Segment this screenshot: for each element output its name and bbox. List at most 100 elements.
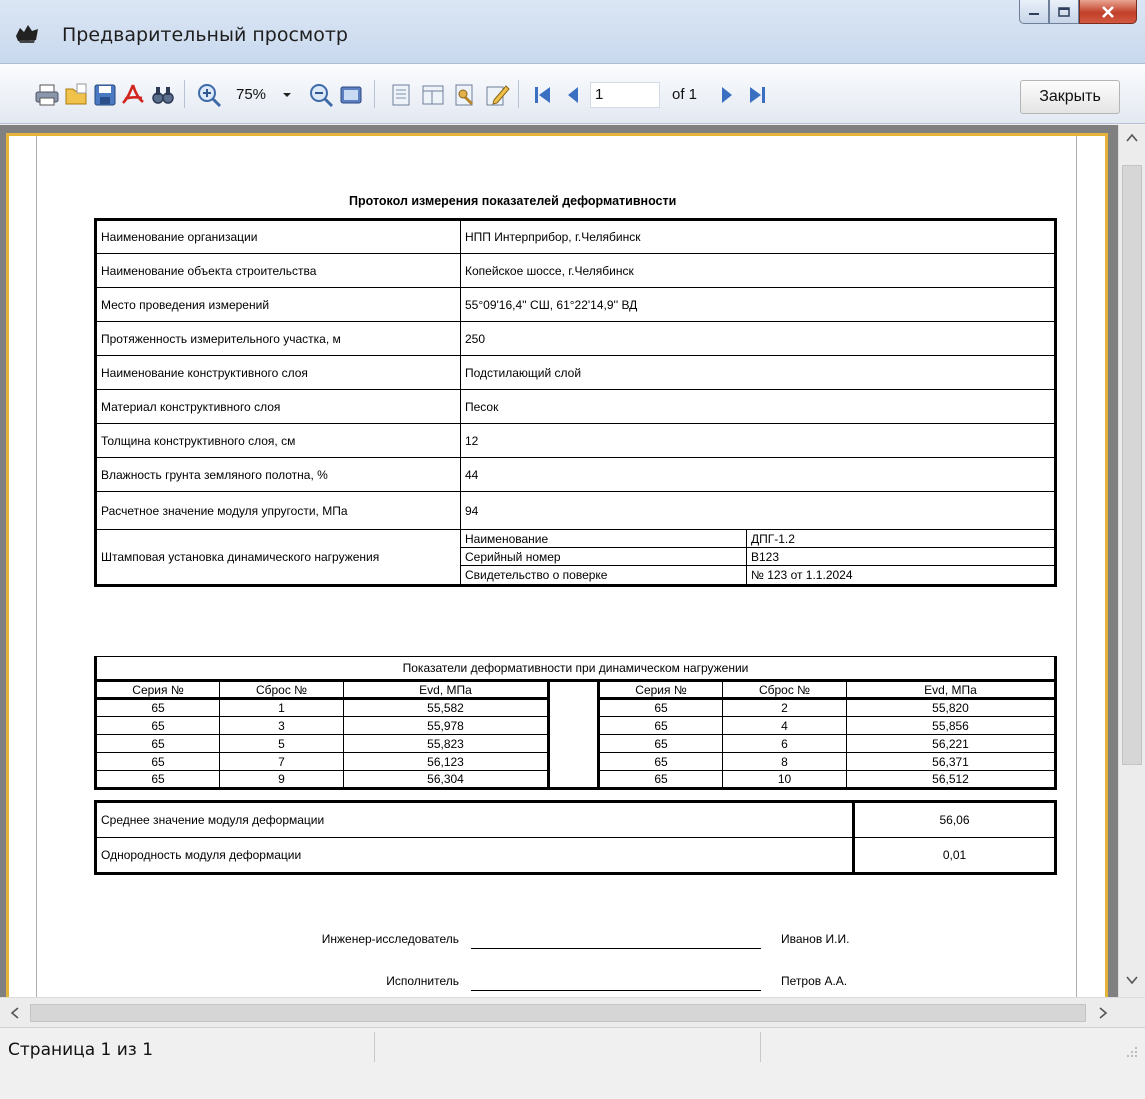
minimize-icon (1029, 12, 1039, 15)
save-icon[interactable] (92, 82, 118, 108)
info-value: Подстилающий слой (460, 355, 1056, 390)
series-cell: 65 (95, 716, 220, 735)
vertical-scroll-thumb[interactable] (1122, 165, 1142, 765)
zoom-select[interactable]: 75% (232, 82, 288, 108)
report-page: Протокол измерения показателей деформати… (6, 133, 1108, 997)
column-header: Evd, МПа (343, 680, 549, 700)
scroll-up-icon[interactable] (1125, 131, 1139, 145)
summary-label: Среднее значение модуля деформации (95, 801, 854, 838)
evd-cell: 55,823 (343, 734, 549, 753)
scroll-left-icon[interactable] (8, 1006, 22, 1020)
series-cell: 65 (598, 716, 723, 735)
info-value: 250 (460, 321, 1056, 356)
resize-grip-icon[interactable] (1124, 1044, 1138, 1058)
toolbar: 75% 1 of 1 Закрыть (0, 64, 1145, 124)
info-label: Расчетное значение модуля упругости, МПа (95, 491, 461, 530)
scroll-right-icon[interactable] (1096, 1006, 1110, 1020)
status-bar: Страница 1 из 1 (0, 1027, 1145, 1099)
column-header: Сброс № (722, 680, 847, 700)
parameters-icon[interactable] (452, 82, 478, 108)
column-gap (547, 680, 600, 789)
table-row: Однородность модуля деформации 0,01 (95, 837, 1056, 874)
evd-cell: 55,856 (846, 716, 1056, 735)
minimize-button[interactable] (1019, 0, 1049, 24)
info-label: Влажность грунта земляного полотна, % (95, 457, 461, 492)
measurements-table: Показатели деформативности при динамичес… (94, 656, 1057, 790)
column-header: Серия № (598, 680, 723, 700)
toolbar-separator (518, 80, 519, 108)
device-label: Штамповая установка динамического нагруж… (95, 529, 461, 586)
drop-cell: 2 (722, 698, 847, 717)
table-row: Протяженность измерительного участка, м … (95, 321, 1056, 356)
table-header-row: Серия № Сброс № Evd, МПа Серия № Сброс №… (95, 680, 1056, 789)
fit-page-icon[interactable] (338, 82, 364, 108)
device-value: В123 (746, 547, 1056, 566)
page-number-input[interactable]: 1 (590, 82, 660, 108)
drop-cell: 7 (219, 752, 344, 771)
summary-value: 0,01 (852, 837, 1056, 874)
maximize-icon (1058, 6, 1070, 17)
signature-name: Петров А.А. (781, 974, 848, 988)
close-icon (1102, 5, 1114, 18)
signature-role: Инженер-исследователь (321, 932, 459, 946)
evd-cell: 56,304 (343, 770, 549, 789)
info-label: Наименование организации (95, 219, 461, 254)
series-cell: 65 (598, 752, 723, 771)
find-icon[interactable] (150, 82, 176, 108)
drop-cell: 1 (219, 698, 344, 717)
column-header: Evd, МПа (846, 680, 1056, 700)
open-icon[interactable] (64, 82, 90, 108)
summary-table: Среднее значение модуля деформации 56,06… (94, 800, 1057, 875)
last-page-icon[interactable] (744, 82, 770, 108)
info-label: Толщина конструктивного слоя, см (95, 423, 461, 458)
title-bar: Предварительный просмотр (0, 0, 1145, 64)
preview-area[interactable]: Протокол измерения показателей деформати… (0, 125, 1118, 997)
info-value: Песок (460, 389, 1056, 424)
series-cell: 65 (95, 698, 220, 717)
window-controls (1019, 0, 1137, 26)
info-label: Место проведения измерений (95, 287, 461, 322)
table-row: Место проведения измерений 55°09'16,4'' … (95, 287, 1056, 322)
chevron-down-icon[interactable] (282, 90, 292, 100)
info-value: 12 (460, 423, 1056, 458)
next-page-icon[interactable] (714, 82, 740, 108)
zoom-out-icon[interactable] (308, 82, 334, 108)
zoom-in-icon[interactable] (196, 82, 222, 108)
drop-cell: 5 (219, 734, 344, 753)
scroll-down-icon[interactable] (1125, 973, 1139, 987)
page-setup-icon[interactable] (388, 82, 414, 108)
drop-cell: 10 (722, 770, 847, 789)
device-key: Свидетельство о поверке (460, 565, 747, 586)
window-close-button[interactable] (1079, 0, 1137, 24)
drop-cell: 8 (722, 752, 847, 771)
series-cell: 65 (598, 770, 723, 789)
device-value: ДПГ-1.2 (746, 529, 1056, 548)
status-divider (374, 1032, 375, 1062)
close-button[interactable]: Закрыть (1020, 80, 1120, 114)
info-value: Копейское шоссе, г.Челябинск (460, 253, 1056, 288)
horizontal-scrollbar[interactable] (0, 997, 1145, 1027)
evd-cell: 55,978 (343, 716, 549, 735)
series-cell: 65 (95, 734, 220, 753)
printer-icon[interactable] (34, 82, 60, 108)
evd-cell: 56,512 (846, 770, 1056, 789)
info-label: Протяженность измерительного участка, м (95, 321, 461, 356)
status-divider (760, 1032, 761, 1062)
drop-cell: 3 (219, 716, 344, 735)
horizontal-scroll-thumb[interactable] (30, 1004, 1086, 1022)
maximize-button[interactable] (1049, 0, 1079, 24)
column-header: Сброс № (219, 680, 344, 700)
table-row: Расчетное значение модуля упругости, МПа… (95, 491, 1056, 530)
evd-cell: 56,221 (846, 734, 1056, 753)
vertical-scrollbar[interactable] (1118, 125, 1145, 997)
evd-cell: 56,371 (846, 752, 1056, 771)
info-table: Наименование организации НПП Интерприбор… (94, 218, 1057, 587)
columns-icon[interactable] (420, 82, 446, 108)
series-cell: 65 (598, 734, 723, 753)
table-row: Среднее значение модуля деформации 56,06 (95, 801, 1056, 838)
prev-page-icon[interactable] (560, 82, 586, 108)
first-page-icon[interactable] (530, 82, 556, 108)
signature-name: Иванов И.И. (781, 932, 850, 946)
edit-icon[interactable] (484, 82, 510, 108)
pdf-icon[interactable] (120, 82, 146, 108)
